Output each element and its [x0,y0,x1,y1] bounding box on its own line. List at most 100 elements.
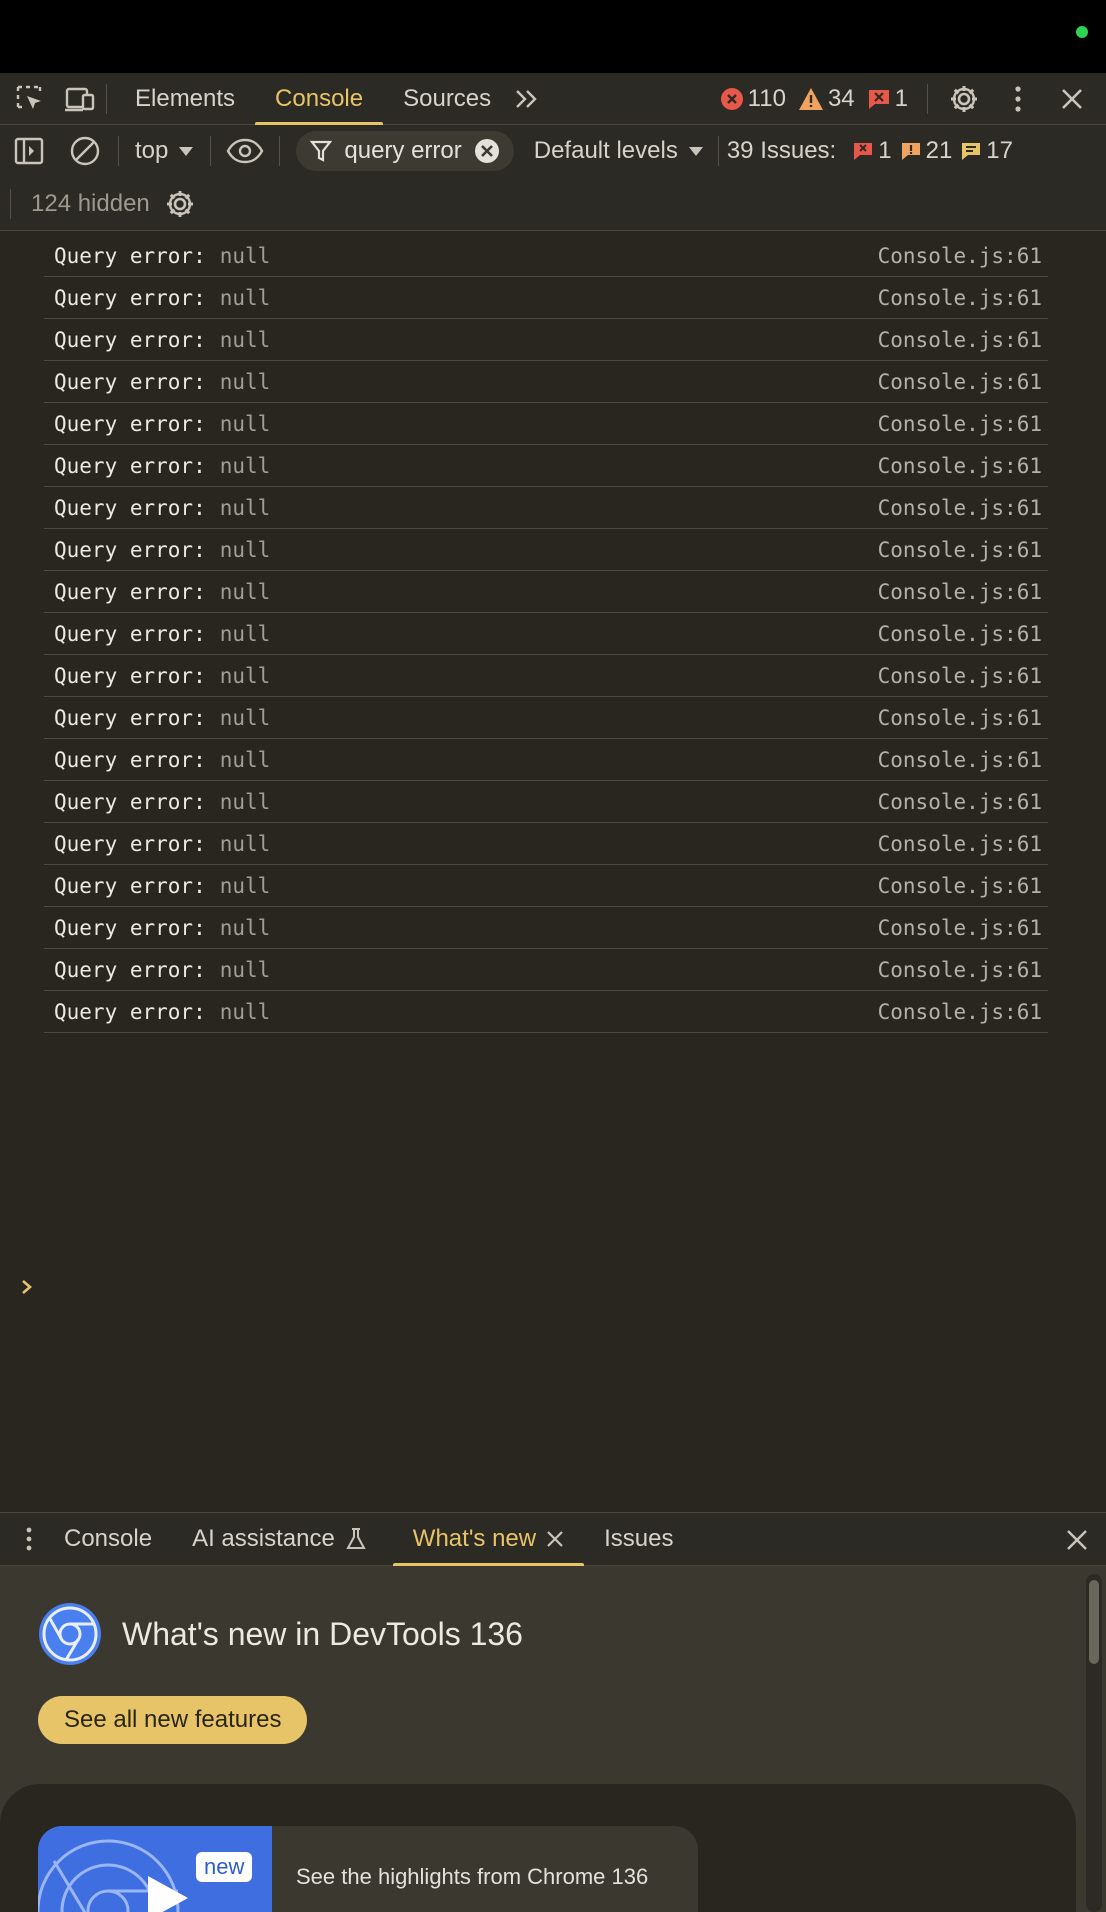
issue-warning-icon [900,141,922,161]
console-message-row[interactable]: Query error: null Console.js:61 [44,949,1048,991]
new-badge: new [196,1852,253,1882]
devtools-window-controls [919,73,1106,125]
issues-flag-count[interactable]: 1 [867,85,908,113]
message-source-link[interactable]: Console.js:61 [878,454,1042,478]
console-messages: Query error: null Console.js:61 Query error… [0,235,1106,1512]
drawer-menu-icon[interactable] [14,1519,44,1559]
console-message-row[interactable]: Query error: null Console.js:61 [44,403,1048,445]
message-source-link[interactable]: Console.js:61 [878,748,1042,772]
console-message-row[interactable]: Query error: null Console.js:61 [44,445,1048,487]
divider [106,83,107,114]
drawer-tab-whats-new[interactable]: What's new [392,1512,585,1567]
close-drawer-icon[interactable] [1064,1527,1090,1553]
close-tab-icon[interactable] [546,1530,564,1548]
message-source-link[interactable]: Console.js:61 [878,790,1042,814]
warning-count[interactable]: 34 [798,85,855,113]
message-value: null [219,999,271,1024]
clear-console-icon[interactable] [68,134,102,168]
video-thumbnail: new [38,1826,272,1912]
scrollbar-thumb[interactable] [1089,1580,1099,1664]
console-message-row[interactable]: Query error: null Console.js:61 [44,277,1048,319]
message-source-link[interactable]: Console.js:61 [878,832,1042,856]
message-counts[interactable]: 110 34 1 [720,73,908,125]
message-source-link[interactable]: Console.js:61 [878,412,1042,436]
message-source-link[interactable]: Console.js:61 [878,664,1042,688]
console-message-row[interactable]: Query error: null Console.js:61 [44,487,1048,529]
console-message-row[interactable]: Query error: null Console.js:61 [44,529,1048,571]
issues-flag-value: 1 [894,85,908,112]
more-options-icon[interactable] [996,77,1040,121]
device-toolbar-icon[interactable] [62,81,98,117]
tab-console[interactable]: Console [255,73,384,126]
panel-scrollbar[interactable] [1086,1574,1102,1912]
message-source-link[interactable]: Console.js:61 [878,958,1042,982]
window-titlebar [0,0,1106,73]
message-label: Query error: [54,915,206,940]
issues-warning-badge: 21 [900,137,952,165]
tab-elements[interactable]: Elements [115,73,255,125]
message-source-link[interactable]: Console.js:61 [878,622,1042,646]
error-count[interactable]: 110 [720,85,786,113]
console-message-row[interactable]: Query error: null Console.js:61 [44,235,1048,277]
message-label: Query error: [54,621,206,646]
message-source-link[interactable]: Console.js:61 [878,874,1042,898]
console-message-row[interactable]: Query error: null Console.js:61 [44,781,1048,823]
drawer-tab-ai-assistance[interactable]: AI assistance [172,1512,387,1566]
console-message-row[interactable]: Query error: null Console.js:61 [44,739,1048,781]
message-source-link[interactable]: Console.js:61 [878,916,1042,940]
message-value: null [219,285,271,310]
message-source-link[interactable]: Console.js:61 [878,244,1042,268]
log-levels-dropdown[interactable]: Default levels [534,137,704,165]
message-value: null [219,873,271,898]
issues-counter[interactable]: 39 Issues: 1 21 17 [727,137,1013,165]
clear-filter-icon[interactable] [474,138,500,164]
console-message-row[interactable]: Query error: null Console.js:61 [44,571,1048,613]
message-label: Query error: [54,831,206,856]
console-settings-gear-icon[interactable] [164,188,196,220]
more-tabs-icon[interactable] [511,84,541,114]
filter-input[interactable]: query error [296,131,514,171]
message-source-link[interactable]: Console.js:61 [878,580,1042,604]
see-all-features-button[interactable]: See all new features [38,1696,308,1744]
message-source-link[interactable]: Console.js:61 [878,328,1042,352]
settings-gear-icon[interactable] [942,77,986,121]
message-value: null [219,705,271,730]
live-expression-eye-icon[interactable] [225,134,265,168]
console-message-row[interactable]: Query error: null Console.js:61 [44,361,1048,403]
message-label: Query error: [54,411,206,436]
message-source-link[interactable]: Console.js:61 [878,1000,1042,1024]
message-source-link[interactable]: Console.js:61 [878,706,1042,730]
sidebar-toggle-icon[interactable] [12,134,46,168]
message-source-link[interactable]: Console.js:61 [878,496,1042,520]
console-message-row[interactable]: Query error: null Console.js:61 [44,697,1048,739]
console-prompt-chevron-icon[interactable] [20,1278,34,1296]
message-source-link[interactable]: Console.js:61 [878,286,1042,310]
drawer-tab-console[interactable]: Console [44,1512,172,1566]
issues-error-badge: 1 [852,137,892,165]
console-message-row[interactable]: Query error: null Console.js:61 [44,907,1048,949]
inspect-element-icon[interactable] [12,81,48,117]
context-selector[interactable]: top [127,137,202,165]
message-source-link[interactable]: Console.js:61 [878,370,1042,394]
issue-error-icon [867,88,891,110]
divider [279,136,281,166]
highlights-video-card[interactable]: new See the highlights from Chrome 136 [38,1826,698,1912]
warning-icon [798,87,824,111]
console-message-row[interactable]: Query error: null Console.js:61 [44,991,1048,1033]
tab-sources[interactable]: Sources [383,73,511,125]
console-message-row[interactable]: Query error: null Console.js:61 [44,655,1048,697]
message-label: Query error: [54,285,206,310]
console-message-row[interactable]: Query error: null Console.js:61 [44,319,1048,361]
console-message-row[interactable]: Query error: null Console.js:61 [44,865,1048,907]
drawer-tab-issues[interactable]: Issues [584,1512,693,1566]
console-message-row[interactable]: Query error: null Console.js:61 [44,823,1048,865]
console-message-row[interactable]: Query error: null Console.js:61 [44,613,1048,655]
issues-error-value: 1 [878,137,892,164]
message-label: Query error: [54,999,206,1024]
chrome-logo-icon [38,1602,102,1666]
message-source-link[interactable]: Console.js:61 [878,538,1042,562]
message-label: Query error: [54,495,206,520]
filter-funnel-icon [310,139,333,163]
message-label: Query error: [54,957,206,982]
close-devtools-icon[interactable] [1050,77,1094,121]
